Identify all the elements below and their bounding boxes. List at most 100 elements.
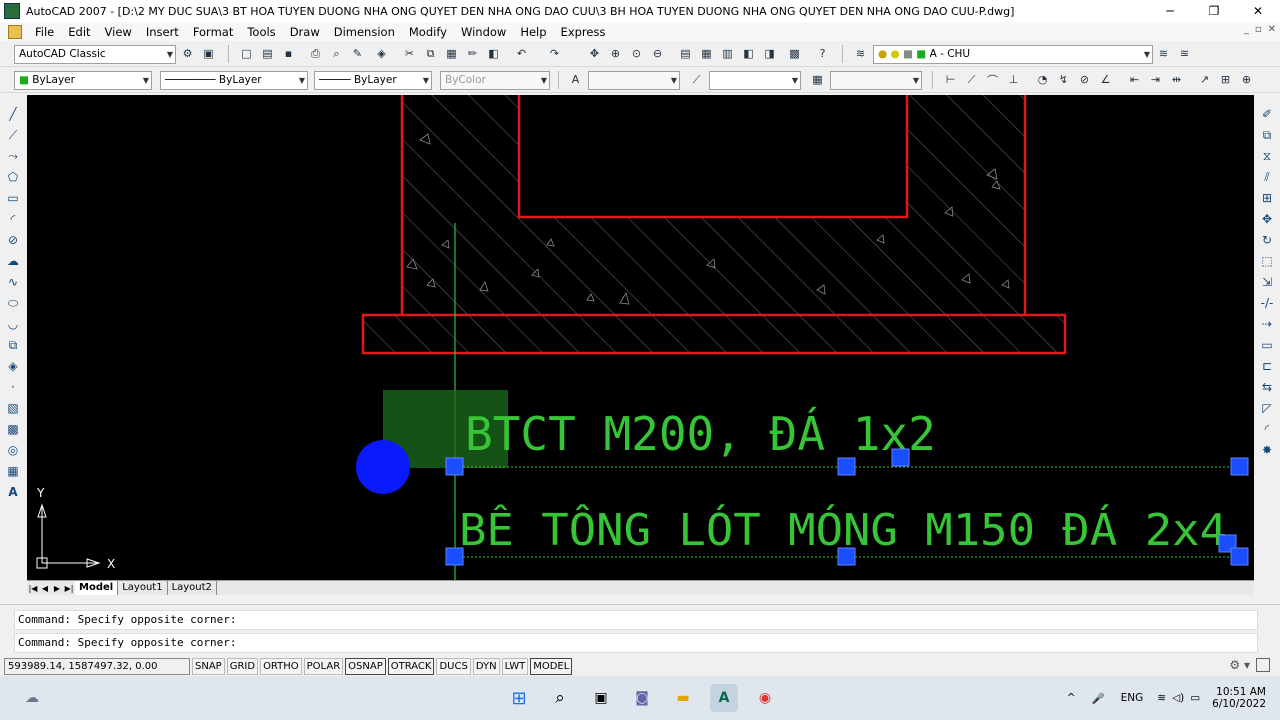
lineweight-select[interactable]: ───── ByLayer ▼: [314, 71, 432, 90]
properties-icon[interactable]: ▤: [677, 45, 694, 62]
save-icon[interactable]: ▪: [280, 45, 297, 62]
circle-icon[interactable]: ⊘: [4, 231, 22, 249]
point-icon[interactable]: ·: [4, 378, 22, 396]
move-icon[interactable]: ✥: [1258, 210, 1276, 228]
calculator-icon[interactable]: ▩: [786, 45, 803, 62]
revision-cloud-icon[interactable]: ☁: [4, 252, 22, 270]
hatch-icon[interactable]: ▧: [4, 399, 22, 417]
coordinates-readout[interactable]: 593989.14, 1587497.32, 0.00: [4, 657, 190, 675]
tray-settings-icon[interactable]: ⚙ ▾: [1229, 658, 1250, 672]
layer-previous-icon[interactable]: ≊: [1176, 45, 1193, 62]
clock-time[interactable]: 10:51 AM: [1216, 686, 1266, 698]
markup-icon[interactable]: ◨: [761, 45, 778, 62]
wifi-icon[interactable]: ≋: [1157, 692, 1166, 704]
undo-icon[interactable]: ↶: [513, 45, 530, 62]
battery-icon[interactable]: ▭: [1190, 692, 1200, 704]
menu-view[interactable]: View: [98, 25, 139, 39]
open-file-icon[interactable]: ▤: [259, 45, 276, 62]
volume-icon[interactable]: ◁): [1172, 692, 1184, 704]
leader-icon[interactable]: ↗: [1196, 71, 1213, 88]
offset-icon[interactable]: ⫽: [1258, 168, 1276, 186]
snap-toggle[interactable]: SNAP: [192, 657, 225, 675]
autocad-taskbar-icon[interactable]: A: [710, 684, 738, 712]
menu-format[interactable]: Format: [186, 25, 241, 39]
cut-icon[interactable]: ✂: [401, 45, 418, 62]
dyn-toggle[interactable]: DYN: [472, 657, 500, 675]
autocad-app-icon[interactable]: [4, 3, 20, 19]
layer-manager-icon[interactable]: ≋: [852, 45, 869, 62]
language-indicator[interactable]: ENG: [1121, 692, 1144, 704]
scale-icon[interactable]: ⬚: [1258, 252, 1276, 270]
polygon-icon[interactable]: ⬠: [4, 168, 22, 186]
grip[interactable]: [445, 547, 464, 566]
grip[interactable]: [891, 448, 910, 467]
menu-file[interactable]: File: [28, 25, 61, 39]
color-select[interactable]: ■ ByLayer ▼: [14, 71, 152, 90]
polar-toggle[interactable]: POLAR: [303, 657, 344, 675]
help-icon[interactable]: ?: [814, 45, 831, 62]
tolerance-icon[interactable]: ⊞: [1217, 71, 1234, 88]
model-toggle[interactable]: MODEL: [530, 657, 573, 675]
chamfer-icon[interactable]: ◸: [1258, 399, 1276, 417]
tool-palettes-icon[interactable]: ▥: [719, 45, 736, 62]
restore-button[interactable]: ❐: [1192, 0, 1236, 22]
ellipse-icon[interactable]: ⬭: [4, 294, 22, 312]
explode-icon[interactable]: ✸: [1258, 441, 1276, 459]
menu-edit[interactable]: Edit: [61, 25, 97, 39]
match-properties-icon[interactable]: ✏: [464, 45, 481, 62]
tab-model[interactable]: Model: [75, 581, 119, 595]
table-style-select[interactable]: ▼: [830, 71, 922, 90]
continue-dim-icon[interactable]: ⇹: [1168, 71, 1185, 88]
search-icon[interactable]: ⌕: [546, 684, 574, 712]
zoom-previous-icon[interactable]: ⊖: [649, 45, 666, 62]
plot-icon[interactable]: ⎙: [307, 45, 324, 62]
zoom-realtime-icon[interactable]: ⊕: [607, 45, 624, 62]
break-at-point-icon[interactable]: ▭: [1258, 336, 1276, 354]
workspace-save-icon[interactable]: ▣: [200, 45, 217, 62]
line-icon[interactable]: ╱: [4, 105, 22, 123]
osnap-toggle[interactable]: OSNAP: [345, 657, 386, 675]
ordinate-dim-icon[interactable]: ⊥: [1005, 71, 1022, 88]
new-file-icon[interactable]: □: [238, 45, 255, 62]
arc-length-icon[interactable]: ⌒: [984, 71, 1001, 88]
fillet-icon[interactable]: ◜: [1258, 420, 1276, 438]
plot-preview-icon[interactable]: ⌕: [328, 45, 345, 62]
next-tab-icon[interactable]: ▶: [51, 584, 63, 593]
jogged-dim-icon[interactable]: ↯: [1055, 71, 1072, 88]
text-style-icon[interactable]: A: [567, 71, 584, 88]
start-icon[interactable]: ⊞: [505, 684, 533, 712]
dim-style-icon[interactable]: ⟋: [688, 71, 705, 88]
menu-insert[interactable]: Insert: [139, 25, 186, 39]
clock-date[interactable]: 6/10/2022: [1212, 698, 1266, 710]
first-tab-icon[interactable]: |◀: [27, 584, 39, 593]
region-icon[interactable]: ◎: [4, 441, 22, 459]
sheet-set-icon[interactable]: ◧: [740, 45, 757, 62]
erase-icon[interactable]: ✐: [1258, 105, 1276, 123]
dim-style-select[interactable]: ▼: [709, 71, 801, 90]
clean-screen-icon[interactable]: [1256, 658, 1270, 672]
extend-icon[interactable]: ⇢: [1258, 315, 1276, 333]
gradient-icon[interactable]: ▩: [4, 420, 22, 438]
array-icon[interactable]: ⊞: [1258, 189, 1276, 207]
quick-dim-icon[interactable]: ⇤: [1126, 71, 1143, 88]
menu-draw[interactable]: Draw: [283, 25, 327, 39]
grip[interactable]: [837, 457, 856, 476]
grip[interactable]: [1230, 547, 1249, 566]
file-explorer-icon[interactable]: ▬: [669, 684, 697, 712]
task-view-icon[interactable]: ▣: [587, 684, 615, 712]
multiline-text-icon[interactable]: A: [4, 483, 22, 501]
workspace-settings-icon[interactable]: ⚙: [179, 45, 196, 62]
copy-object-icon[interactable]: ⧉: [1258, 126, 1276, 144]
trim-icon[interactable]: -/-: [1258, 294, 1276, 312]
redo-icon[interactable]: ↷: [546, 45, 563, 62]
center-mark-icon[interactable]: ⊕: [1238, 71, 1255, 88]
design-center-icon[interactable]: ▦: [698, 45, 715, 62]
ducs-toggle[interactable]: DUCS: [436, 657, 471, 675]
workspace-select[interactable]: AutoCAD Classic ▼: [14, 45, 176, 64]
baseline-dim-icon[interactable]: ⇥: [1147, 71, 1164, 88]
menu-dimension[interactable]: Dimension: [327, 25, 402, 39]
arc-icon[interactable]: ◜: [4, 210, 22, 228]
publish-icon[interactable]: ✎: [349, 45, 366, 62]
tab-layout2[interactable]: Layout2: [168, 581, 217, 595]
lwt-toggle[interactable]: LWT: [501, 657, 529, 675]
